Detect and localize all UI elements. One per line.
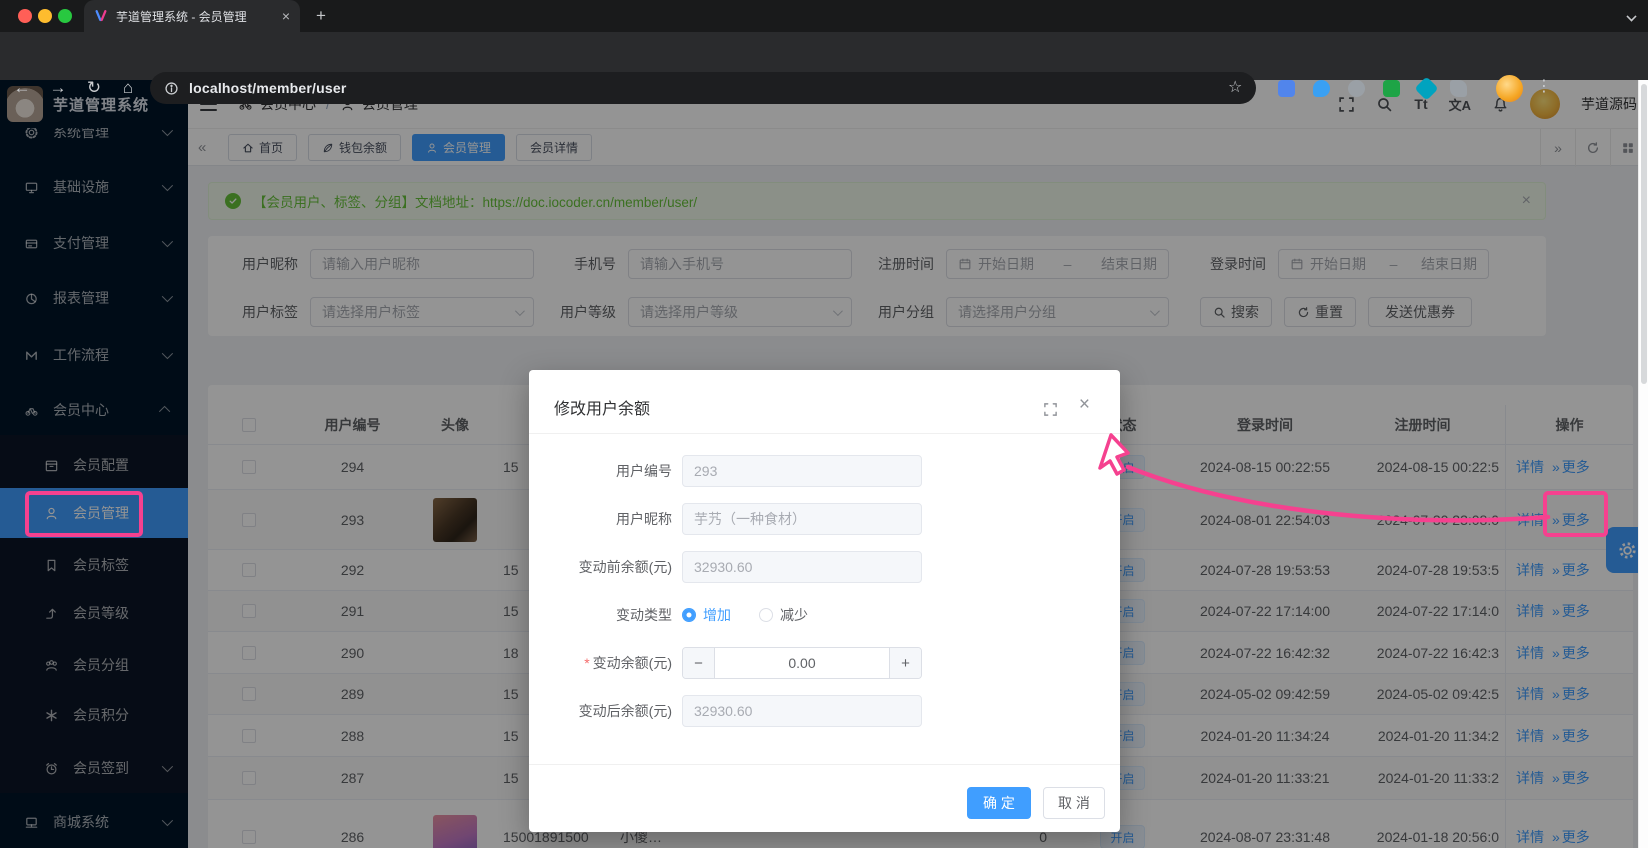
- dialog-title: 修改用户余额: [554, 395, 650, 419]
- balance-before-label: 变动前余额(元): [529, 557, 672, 577]
- change-amount-stepper: − 0.00 +: [682, 647, 922, 679]
- site-info-icon[interactable]: [164, 81, 179, 96]
- change-type-radio-group: 增加 减少: [682, 605, 808, 625]
- cancel-button[interactable]: 取 消: [1043, 787, 1105, 819]
- tab-list-chevron-icon[interactable]: [1626, 11, 1636, 21]
- balance-after-input-disabled: 32930.60: [682, 695, 922, 727]
- user-id-label: 用户编号: [529, 461, 672, 481]
- nickname-input-disabled: 芋艿（一种食材）: [682, 503, 922, 535]
- traffic-light-minimize[interactable]: [38, 9, 52, 23]
- radio-unselected-icon: [759, 608, 773, 622]
- browser-toolbar: ← → ↻ ⌂ localhost/member/user ☆ ⋮: [0, 32, 1648, 80]
- radio-increase[interactable]: 增加: [682, 605, 731, 625]
- traffic-light-zoom[interactable]: [58, 9, 72, 23]
- traffic-light-close[interactable]: [18, 9, 32, 23]
- stepper-plus-button[interactable]: +: [889, 648, 921, 678]
- radio-decrease[interactable]: 减少: [759, 605, 808, 625]
- user-id-input-disabled: 293: [682, 455, 922, 487]
- stepper-value[interactable]: 0.00: [715, 648, 889, 678]
- back-icon[interactable]: ←: [10, 76, 34, 100]
- tab-close-icon[interactable]: ×: [282, 8, 290, 24]
- bookmark-star-icon[interactable]: ☆: [1228, 77, 1242, 97]
- dialog-fullscreen-icon[interactable]: [1043, 402, 1058, 417]
- change-amount-label: *变动余额(元): [529, 653, 672, 673]
- forward-icon[interactable]: →: [46, 76, 70, 100]
- tab-title: 芋道管理系统 - 会员管理: [116, 8, 274, 25]
- favicon-icon: [94, 9, 108, 23]
- balance-after-label: 变动后余额(元): [529, 701, 672, 721]
- extension-icon[interactable]: [1348, 80, 1365, 97]
- scrollbar-thumb[interactable]: [1641, 84, 1647, 384]
- stepper-minus-button[interactable]: −: [683, 648, 715, 678]
- browser-profile-avatar[interactable]: [1496, 75, 1523, 102]
- radio-selected-icon: [682, 608, 696, 622]
- address-bar[interactable]: localhost/member/user: [150, 72, 1256, 104]
- url-text[interactable]: localhost/member/user: [189, 80, 346, 96]
- dialog-close-icon[interactable]: ×: [1079, 394, 1090, 416]
- browser-tab-strip: 芋道管理系统 - 会员管理 × +: [0, 0, 1648, 32]
- balance-before-input-disabled: 32930.60: [682, 551, 922, 583]
- browser-tab[interactable]: 芋道管理系统 - 会员管理 ×: [84, 0, 300, 32]
- extension-icon[interactable]: [1278, 80, 1295, 97]
- edit-balance-dialog: 修改用户余额 × 用户编号 293 用户昵称 芋艿（一种食材） 变动前余额(元)…: [529, 370, 1120, 832]
- extension-icon[interactable]: [1313, 80, 1330, 97]
- nickname-label: 用户昵称: [529, 509, 672, 529]
- required-asterisk: *: [584, 655, 589, 671]
- new-tab-button[interactable]: +: [316, 5, 326, 27]
- confirm-button[interactable]: 确 定: [967, 787, 1031, 819]
- browser-menu-icon[interactable]: ⋮: [1536, 76, 1552, 96]
- change-type-label: 变动类型: [529, 605, 672, 625]
- home-icon[interactable]: ⌂: [116, 76, 140, 100]
- extension-icon[interactable]: [1383, 80, 1400, 97]
- puzzle-extension-icon[interactable]: [1450, 80, 1467, 97]
- reload-icon[interactable]: ↻: [82, 76, 106, 100]
- page-scrollbar[interactable]: [1638, 80, 1648, 848]
